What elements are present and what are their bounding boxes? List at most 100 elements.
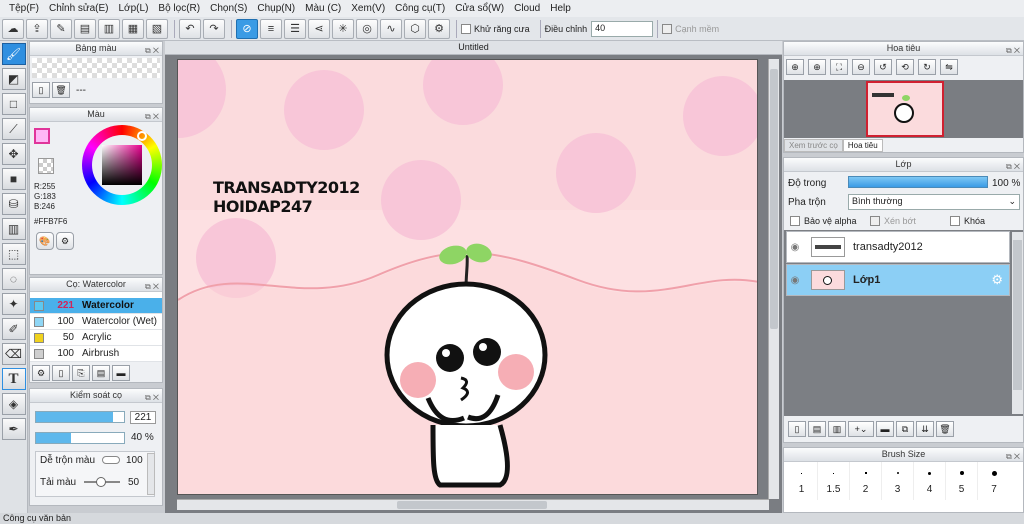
export-icon[interactable]: ⇪ bbox=[26, 18, 48, 39]
shape-icon[interactable]: ⬡ bbox=[404, 18, 426, 39]
move-tool-icon[interactable]: ✥ bbox=[1, 143, 26, 165]
brush-item[interactable]: 221 Watercolor bbox=[30, 298, 162, 314]
size-slider[interactable] bbox=[35, 411, 125, 423]
comment-icon[interactable]: ✎ bbox=[50, 18, 72, 39]
fill-select-tool-icon[interactable]: ◈ bbox=[1, 393, 26, 415]
menu-help[interactable]: Help bbox=[545, 3, 576, 14]
brush-item[interactable]: 100 Watercolor (Wet) bbox=[30, 314, 162, 330]
eyedropper-tool-icon[interactable]: ✒ bbox=[1, 418, 26, 440]
new-brush-icon[interactable]: ▯ bbox=[52, 365, 70, 381]
protect-alpha-checkbox[interactable] bbox=[790, 216, 800, 226]
copy-brush-icon[interactable]: ⎘ bbox=[72, 365, 90, 381]
hue-marker[interactable] bbox=[137, 131, 147, 141]
rotate-left-icon[interactable]: ↺ bbox=[874, 59, 892, 75]
redo-icon[interactable]: ↷ bbox=[203, 18, 225, 39]
layer-row[interactable]: ◉ transadty2012 bbox=[786, 231, 1010, 263]
horizontal-scrollbar[interactable] bbox=[177, 499, 769, 510]
transparent-color[interactable] bbox=[38, 158, 54, 174]
select-eraser-tool-icon[interactable]: ⌫ bbox=[1, 343, 26, 365]
line-tool-icon[interactable]: ⟋ bbox=[1, 118, 26, 140]
adjust-select[interactable]: 40 bbox=[591, 20, 654, 37]
palette-settings-icon[interactable]: ⚙ bbox=[56, 232, 74, 250]
curve-icon[interactable]: ∿ bbox=[380, 18, 402, 39]
size-cell[interactable]: 5 bbox=[946, 462, 978, 500]
menu-color[interactable]: Màu (C) bbox=[300, 3, 346, 14]
message-icon[interactable]: ▤ bbox=[74, 18, 96, 39]
palette-icon[interactable]: 🎨 bbox=[36, 232, 54, 250]
rotate-reset-icon[interactable]: ⟲ bbox=[896, 59, 914, 75]
layer-row-selected[interactable]: ◉ Lớp1 ⚙ bbox=[786, 264, 1010, 296]
canvas[interactable]: TRANSADTY2012 HOIDAP247 bbox=[177, 59, 758, 495]
gear-icon[interactable]: ⚙ bbox=[428, 18, 450, 39]
brush-item[interactable]: 50 Acrylic bbox=[30, 330, 162, 346]
tab-brush-preview[interactable]: Xem trước cọ bbox=[784, 139, 843, 152]
brush-item[interactable]: 100 Airbrush bbox=[30, 346, 162, 362]
zoom-actual-icon[interactable]: ⛶ bbox=[830, 59, 848, 75]
layer-settings-icon[interactable]: ⚙ bbox=[991, 272, 1003, 288]
menu-capture[interactable]: Chụp(N) bbox=[252, 3, 300, 14]
layer-scrollbar[interactable] bbox=[1012, 232, 1023, 414]
size-cell[interactable]: 4 bbox=[914, 462, 946, 500]
menu-view[interactable]: Xem(V) bbox=[346, 3, 390, 14]
select-rect-tool-icon[interactable]: ⬚ bbox=[1, 243, 26, 265]
add-swatch-icon[interactable]: ▯ bbox=[32, 82, 50, 98]
size-cell[interactable]: 2 bbox=[850, 462, 882, 500]
lasso-tool-icon[interactable]: ◌ bbox=[1, 268, 26, 290]
rect-tool-icon[interactable]: □ bbox=[1, 93, 26, 115]
size-cell[interactable]: 7 bbox=[978, 462, 1010, 500]
zoom-in-icon[interactable]: ⊕ bbox=[808, 59, 826, 75]
merge-layer-icon[interactable]: ⇊ bbox=[916, 421, 934, 437]
folder-icon[interactable]: ▬ bbox=[112, 365, 130, 381]
menu-filter[interactable]: Bộ lọc(R) bbox=[153, 3, 205, 14]
no-selection-icon[interactable]: ⊘ bbox=[236, 18, 258, 39]
rotate-right-icon[interactable]: ↻ bbox=[918, 59, 936, 75]
brush-tool-icon[interactable]: 🖌 bbox=[1, 43, 26, 65]
perspective-icon[interactable]: ⋖ bbox=[308, 18, 330, 39]
size-value[interactable]: 221 bbox=[130, 411, 156, 424]
menu-cloud[interactable]: Cloud bbox=[509, 3, 545, 14]
import-brush-icon[interactable]: ▤ bbox=[92, 365, 110, 381]
concentric-icon[interactable]: ◎ bbox=[356, 18, 378, 39]
fill-rect-tool-icon[interactable]: ■ bbox=[1, 168, 26, 190]
scrollbar[interactable] bbox=[147, 453, 155, 495]
new-raster-icon[interactable]: ▤ bbox=[808, 421, 826, 437]
eraser-tool-icon[interactable]: ◩ bbox=[1, 68, 26, 90]
color-wheel[interactable] bbox=[82, 125, 162, 205]
cloud-icon[interactable]: ☁ bbox=[2, 18, 24, 39]
zoom-out-icon[interactable]: ⊖ bbox=[852, 59, 870, 75]
eye-icon[interactable]: ◉ bbox=[787, 242, 803, 253]
new-vector-icon[interactable]: ▥ bbox=[828, 421, 846, 437]
blend-slider[interactable] bbox=[102, 456, 120, 464]
menu-select[interactable]: Chọn(S) bbox=[205, 3, 252, 14]
lines-icon[interactable]: ☰ bbox=[284, 18, 306, 39]
eye-icon[interactable]: ◉ bbox=[787, 275, 803, 286]
radial-icon[interactable]: ✳ bbox=[332, 18, 354, 39]
navigator-view[interactable] bbox=[784, 80, 1023, 138]
size-cell[interactable]: 1 bbox=[786, 462, 818, 500]
flip-icon[interactable]: ⇋ bbox=[940, 59, 958, 75]
hatch-icon[interactable]: ≡ bbox=[260, 18, 282, 39]
document-icon[interactable]: ▥ bbox=[98, 18, 120, 39]
brush-settings-icon[interactable]: ⚙ bbox=[32, 365, 50, 381]
undo-icon[interactable]: ↶ bbox=[179, 18, 201, 39]
clip-checkbox[interactable] bbox=[870, 216, 880, 226]
swatch-grid[interactable] bbox=[32, 58, 160, 78]
new-layer-icon[interactable]: ▯ bbox=[788, 421, 806, 437]
opacity-slider[interactable] bbox=[35, 432, 125, 444]
menu-edit[interactable]: Chỉnh sửa(E) bbox=[44, 3, 114, 14]
bucket-tool-icon[interactable]: ⛁ bbox=[1, 193, 26, 215]
gradient-tool-icon[interactable]: ▥ bbox=[1, 218, 26, 240]
menu-file[interactable]: Tệp(F) bbox=[4, 3, 44, 14]
menu-window[interactable]: Cửa sổ(W) bbox=[450, 3, 509, 14]
color-square[interactable] bbox=[102, 145, 142, 185]
tab-navigator[interactable]: Hoa tiêu bbox=[842, 139, 883, 152]
menu-layer[interactable]: Lớp(L) bbox=[114, 3, 154, 14]
size-cell[interactable]: 1.5 bbox=[818, 462, 850, 500]
canvas-tab[interactable]: Untitled bbox=[165, 41, 782, 55]
select-pen-tool-icon[interactable]: ✐ bbox=[1, 318, 26, 340]
smooth-edge-checkbox[interactable] bbox=[662, 23, 673, 34]
copy-layer-icon[interactable]: ⧉ bbox=[896, 421, 914, 437]
menu-tools[interactable]: Công cụ(T) bbox=[390, 3, 450, 14]
blend-mode-select[interactable]: Bình thường ⌄ bbox=[848, 194, 1020, 210]
panel-icon[interactable]: ▧ bbox=[146, 18, 168, 39]
